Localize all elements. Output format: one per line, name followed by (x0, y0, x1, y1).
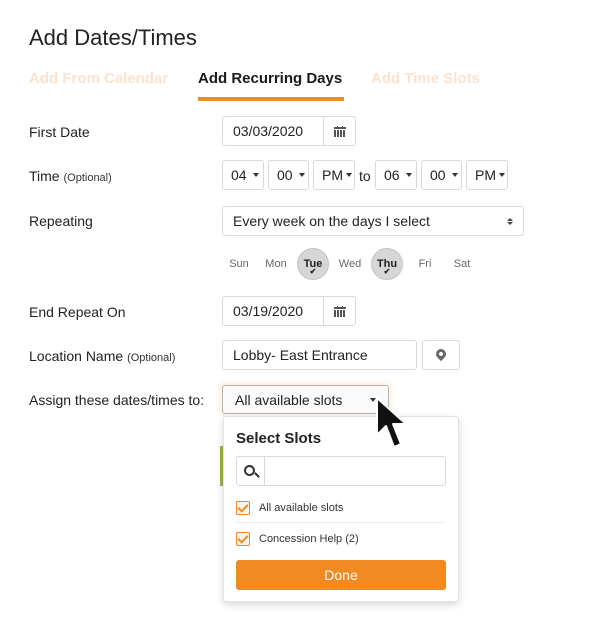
location-input[interactable]: Lobby- East Entrance (222, 340, 417, 370)
repeating-value: Every week on the days I select (233, 213, 430, 229)
time-label-text: Time (29, 168, 60, 184)
location-pin-button[interactable] (422, 340, 460, 370)
dropdown-title: Select Slots (236, 430, 322, 447)
done-button[interactable]: Done (236, 560, 446, 590)
assign-slots-select[interactable]: All available slots (222, 385, 389, 414)
end-repeat-field[interactable]: 03/19/2020 (222, 296, 356, 326)
day-label: Mon (265, 258, 287, 270)
mouse-cursor-icon (376, 397, 407, 448)
first-date-value[interactable]: 03/03/2020 (223, 123, 323, 139)
end-hour-select[interactable]: 06 (375, 160, 417, 190)
time-label: Time (Optional) (29, 168, 112, 184)
slot-search-input[interactable] (265, 457, 445, 485)
day-label: Sat (453, 258, 471, 270)
day-wed[interactable]: Wed (334, 248, 366, 280)
slot-option-concession-help[interactable]: Concession Help (2) (236, 524, 446, 554)
tab-add-from-calendar[interactable]: Add From Calendar (29, 70, 168, 87)
repeating-select[interactable]: Every week on the days I select (222, 206, 524, 236)
end-minute-value: 00 (430, 167, 446, 183)
start-hour-select[interactable]: 04 (222, 160, 264, 190)
location-value: Lobby- East Entrance (233, 347, 368, 363)
calendar-icon (333, 305, 346, 317)
start-ampm-select[interactable]: PM (313, 160, 355, 190)
checkbox-checked[interactable] (236, 532, 250, 546)
check-icon: ✔ (309, 267, 317, 276)
location-label: Location Name (Optional) (29, 348, 175, 364)
slot-option-label: Concession Help (2) (259, 533, 359, 545)
calendar-icon (333, 125, 346, 137)
end-repeat-label: End Repeat On (29, 304, 126, 320)
first-date-field[interactable]: 03/03/2020 (222, 116, 356, 146)
day-fri[interactable]: Fri (409, 248, 441, 280)
start-minute-select[interactable]: 00 (268, 160, 309, 190)
assign-label: Assign these dates/times to: (29, 392, 205, 408)
assign-slots-value: All available slots (235, 391, 343, 408)
day-sat[interactable]: Sat (446, 248, 478, 280)
day-label: Sun (229, 258, 249, 270)
active-tab-indicator (198, 97, 344, 101)
time-optional-text: (Optional) (63, 172, 112, 184)
checkbox-checked[interactable] (236, 500, 250, 515)
slot-option-all[interactable]: All available slots (236, 493, 446, 523)
location-label-text: Location Name (29, 348, 124, 364)
check-icon: ✔ (383, 267, 391, 276)
repeating-label: Repeating (29, 213, 93, 229)
time-separator: to (359, 168, 371, 184)
day-label: Fri (418, 258, 432, 270)
location-optional-text: (Optional) (127, 352, 176, 364)
first-date-label: First Date (29, 124, 90, 140)
caret-down-icon (252, 173, 259, 177)
select-arrows-icon (507, 217, 513, 225)
day-tue[interactable]: Tue ✔ (297, 248, 329, 280)
caret-down-icon (451, 173, 458, 177)
select-slots-dropdown: Select Slots All available slots Concess… (223, 416, 459, 602)
start-hour-value: 04 (231, 167, 247, 183)
caret-down-icon (499, 173, 505, 177)
tab-add-time-slots[interactable]: Add Time Slots (371, 70, 480, 87)
search-icon (244, 464, 255, 476)
end-ampm-select[interactable]: PM (466, 160, 508, 190)
end-ampm-value: PM (475, 167, 496, 183)
start-ampm-value: PM (322, 167, 343, 183)
end-minute-select[interactable]: 00 (421, 160, 462, 190)
day-label: Wed (338, 258, 362, 270)
first-date-calendar-button[interactable] (323, 117, 355, 145)
slot-option-label: All available slots (259, 501, 344, 514)
day-sun[interactable]: Sun (223, 248, 255, 280)
caret-down-icon (298, 173, 305, 177)
map-pin-icon (433, 346, 449, 362)
caret-down-icon (405, 173, 412, 177)
slot-search-box (236, 456, 446, 486)
end-hour-value: 06 (384, 167, 400, 183)
end-repeat-calendar-button[interactable] (323, 297, 355, 325)
search-addon (237, 457, 265, 485)
end-repeat-value[interactable]: 03/19/2020 (223, 303, 323, 319)
tab-add-recurring-days[interactable]: Add Recurring Days (198, 70, 342, 87)
day-thu[interactable]: Thu ✔ (371, 248, 403, 280)
day-mon[interactable]: Mon (260, 248, 292, 280)
caret-down-icon (346, 173, 352, 177)
page-title: Add Dates/Times (29, 25, 197, 50)
start-minute-value: 00 (277, 167, 293, 183)
